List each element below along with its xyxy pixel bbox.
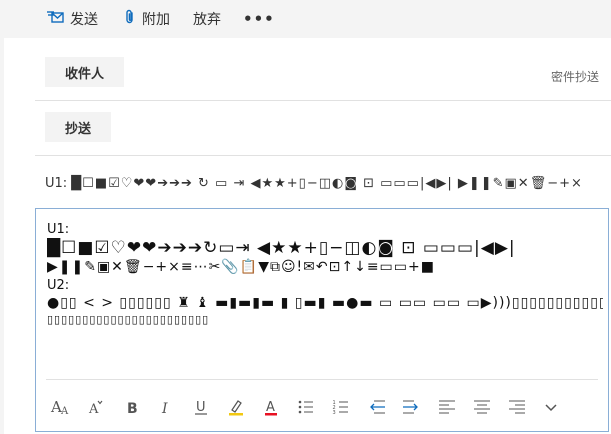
font-color-button[interactable]: A: [259, 395, 283, 419]
send-mail-icon: [46, 10, 64, 28]
font-size-icon: AA: [50, 398, 72, 416]
svg-text:A: A: [88, 402, 99, 416]
discard-label: 放弃: [193, 12, 221, 28]
align-center-icon: [473, 398, 491, 416]
more-format-options-button[interactable]: [539, 395, 563, 419]
bullets-icon: [297, 398, 315, 416]
paperclip-icon: [124, 9, 136, 29]
to-button[interactable]: 收件人: [45, 57, 124, 87]
bullets-button[interactable]: [294, 395, 318, 419]
svg-text:B: B: [127, 401, 138, 416]
align-right-button[interactable]: [505, 395, 529, 419]
subject-field[interactable]: U1: █☐■☑♡❤❤➔➔➔ ↻ ▭ ⇥ ◀★★+▯−◫◐◙ ⊡ ▭▭▭|◀▶|…: [45, 173, 605, 193]
font-size-button[interactable]: AA: [49, 395, 73, 419]
bcc-link[interactable]: 密件抄送: [551, 68, 599, 85]
decrease-indent-icon: [366, 398, 386, 416]
align-left-button[interactable]: [435, 395, 459, 419]
attach-button[interactable]: 附加: [124, 8, 170, 30]
subject-symbols: █☐■☑♡❤❤➔➔➔ ↻ ▭ ⇥ ◀★★+▯−◫◐◙ ⊡ ▭▭▭|◀▶| ▶❚❚…: [71, 175, 583, 191]
u1-symbols-line-2: ▶❚❚✎▣✕🗑−+×≡⋯✂📎📋▼⧉☺!✉↶⊡↑↓≡▭▭+■: [47, 259, 435, 275]
shrink-font-icon: A: [87, 398, 105, 416]
numbering-button[interactable]: 123: [329, 395, 353, 419]
more-actions-button[interactable]: •••: [243, 8, 275, 30]
underline-button[interactable]: U: [189, 395, 213, 419]
send-label: 发送: [70, 12, 98, 28]
u2-label: U2:: [47, 278, 70, 293]
svg-text:U: U: [196, 400, 206, 415]
u2-symbols-line-1: ●▯▯ < > ▯▯▯▯▯▯ ♜ ♝ ▬▮▬▮▬ ▮ ▯▬▮ ▬●▬ ▭ ▭▭ …: [47, 295, 603, 311]
highlight-icon: [227, 398, 245, 416]
underline-icon: U: [193, 398, 209, 416]
send-button[interactable]: 发送: [46, 8, 98, 30]
more-icon: •••: [243, 10, 275, 28]
svg-text:I: I: [161, 401, 168, 416]
svg-text:A: A: [266, 400, 275, 415]
message-body-editor[interactable]: U1: █☐■☑♡❤❤➔➔➔↻▭⇥ ◀★★+▯−◫◐◙ ⊡ ▭▭▭|◀▶| ▶❚…: [35, 208, 609, 432]
left-edge-strip: [0, 38, 4, 434]
cc-divider: [35, 155, 611, 156]
decrease-indent-button[interactable]: [364, 395, 388, 419]
format-toolbar-divider: [46, 379, 598, 380]
u2-symbols-line-2: ▯▯▯▯▯▯▯▯▯▯▯▯▯▯▯▯▯▯▯▯▯▯▯: [47, 313, 210, 326]
more-options-chevron-icon: [543, 399, 559, 415]
align-left-icon: [438, 398, 456, 416]
to-divider: [35, 100, 611, 101]
attach-label: 附加: [142, 12, 170, 28]
shrink-font-button[interactable]: A: [84, 395, 108, 419]
increase-indent-button[interactable]: [400, 395, 424, 419]
u1-symbols-line-1: █☐■☑♡❤❤➔➔➔↻▭⇥ ◀★★+▯−◫◐◙ ⊡ ▭▭▭|◀▶|: [47, 238, 516, 258]
svg-text:A: A: [60, 406, 69, 416]
subject-prefix: U1:: [45, 175, 68, 191]
u1-label: U1:: [47, 222, 70, 237]
italic-button[interactable]: I: [154, 395, 178, 419]
align-center-button[interactable]: [470, 395, 494, 419]
command-bar: 发送 附加 放弃 •••: [0, 0, 611, 38]
message-body-text: U1: █☐■☑♡❤❤➔➔➔↻▭⇥ ◀★★+▯−◫◐◙ ⊡ ▭▭▭|◀▶| ▶❚…: [47, 222, 603, 328]
discard-button[interactable]: 放弃: [193, 8, 221, 30]
increase-indent-icon: [402, 398, 422, 416]
bold-icon: B: [124, 398, 140, 416]
to-label: 收件人: [64, 66, 104, 82]
font-color-icon: A: [263, 398, 279, 416]
highlight-button[interactable]: [224, 395, 248, 419]
align-right-icon: [508, 398, 526, 416]
svg-text:3: 3: [333, 410, 336, 416]
cc-label: 抄送: [64, 121, 91, 137]
numbering-icon: 123: [332, 398, 350, 416]
bold-button[interactable]: B: [120, 395, 144, 419]
italic-icon: I: [158, 398, 174, 416]
cc-button[interactable]: 抄送: [45, 112, 111, 142]
